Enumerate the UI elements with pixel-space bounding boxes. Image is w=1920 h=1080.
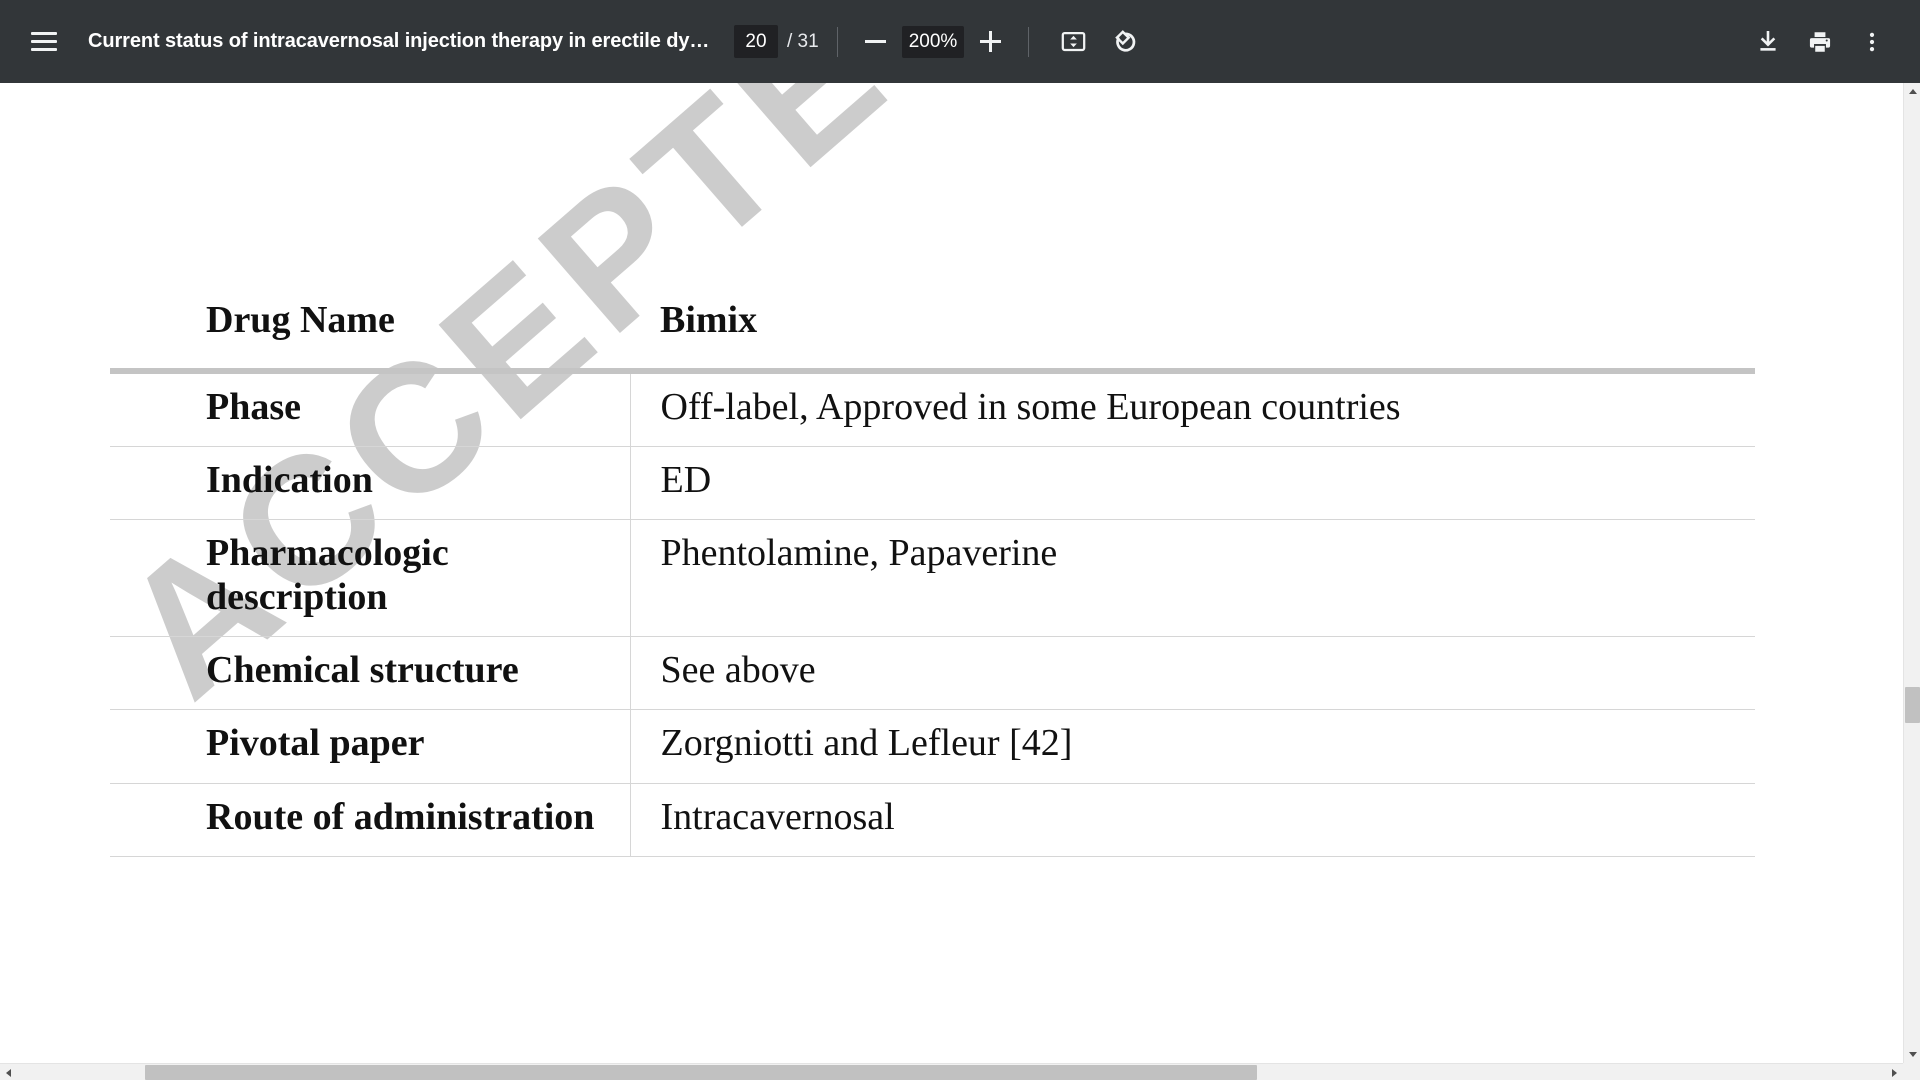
more-options-icon bbox=[1869, 32, 1875, 51]
scroll-up-button[interactable] bbox=[1904, 83, 1920, 100]
pdf-viewer-toolbar: Current status of intracavernosal inject… bbox=[0, 0, 1920, 83]
rotate-button[interactable] bbox=[1099, 16, 1151, 68]
row-label-indication: Indication bbox=[110, 446, 631, 520]
table-header-row: Drug Name Bimix bbox=[110, 298, 1755, 371]
table-row: Pivotal paper Zorgniotti and Lefleur [42… bbox=[110, 709, 1755, 784]
table-row: Indication ED bbox=[110, 446, 1755, 520]
scroll-down-arrow-icon bbox=[1908, 1052, 1917, 1057]
toolbar-divider-2 bbox=[1028, 26, 1030, 57]
more-options-button[interactable] bbox=[1846, 16, 1898, 68]
toolbar-divider bbox=[836, 26, 838, 57]
horizontal-scrollbar[interactable] bbox=[0, 1063, 1903, 1080]
row-value-pivotal-paper: Zorgniotti and Lefleur [42] bbox=[660, 722, 1073, 765]
zoom-controls: 200% bbox=[856, 22, 1011, 62]
document-title: Current status of intracavernosal inject… bbox=[88, 30, 708, 52]
zoom-level-display[interactable]: 200% bbox=[901, 25, 965, 58]
row-value-route-of-administration: Intracavernosal bbox=[660, 795, 895, 838]
fit-to-page-button[interactable] bbox=[1047, 16, 1099, 68]
table-row: Route of administration Intracavernosal bbox=[110, 783, 1755, 857]
vertical-scrollbar-thumb[interactable] bbox=[1905, 687, 1920, 723]
download-button[interactable] bbox=[1742, 16, 1794, 68]
fit-to-page-icon bbox=[1061, 31, 1086, 52]
row-value-chemical-structure: See above bbox=[660, 649, 816, 692]
table-row: Pharmacologic description Phentolamine, … bbox=[110, 519, 1755, 637]
row-value-pharmacologic-description: Phentolamine, Papaverine bbox=[660, 532, 1058, 575]
row-label-route-of-administration: Route of administration bbox=[110, 783, 631, 857]
row-label-pivotal-paper: Pivotal paper bbox=[110, 709, 631, 784]
row-label-pharmacologic-description: Pharmacologic description bbox=[110, 519, 631, 637]
hamburger-menu-icon bbox=[31, 32, 57, 51]
zoom-in-button[interactable] bbox=[970, 22, 1010, 62]
minus-icon bbox=[865, 40, 887, 43]
scroll-left-button[interactable] bbox=[0, 1064, 17, 1080]
print-button[interactable] bbox=[1794, 16, 1846, 68]
header-value-cell: Bimix bbox=[660, 299, 758, 341]
row-value-phase: Off-label, Approved in some European cou… bbox=[660, 386, 1401, 429]
toolbar-right-actions bbox=[1742, 16, 1898, 68]
scrollbar-corner bbox=[1903, 1063, 1920, 1080]
table-header: Drug Name Bimix bbox=[110, 298, 1755, 372]
scroll-right-button[interactable] bbox=[1886, 1064, 1903, 1080]
vertical-scrollbar[interactable] bbox=[1903, 83, 1920, 1063]
print-icon bbox=[1809, 31, 1831, 52]
page-count-label: / 31 bbox=[787, 30, 819, 52]
table-body: Phase Off-label, Approved in some Europe… bbox=[110, 371, 1755, 857]
pdf-page-canvas: ACCEPTED MA Drug Name Bimix Phase Off-la… bbox=[0, 83, 1903, 1048]
table-row: Phase Off-label, Approved in some Europe… bbox=[110, 371, 1755, 447]
hamburger-menu-button[interactable] bbox=[18, 16, 70, 68]
download-icon bbox=[1760, 30, 1776, 51]
pdf-viewer-area[interactable]: ACCEPTED MA Drug Name Bimix Phase Off-la… bbox=[0, 83, 1920, 1080]
page-number-input[interactable] bbox=[734, 25, 778, 58]
scroll-up-arrow-icon bbox=[1908, 89, 1917, 94]
table-row: Chemical structure See above bbox=[110, 636, 1755, 710]
page-navigation-controls: / 31 bbox=[734, 25, 819, 58]
drug-information-table: Drug Name Bimix Phase Off-label, Approve… bbox=[110, 298, 1755, 857]
row-label-phase: Phase bbox=[110, 371, 631, 447]
plus-icon-vertical bbox=[988, 31, 992, 52]
horizontal-scrollbar-thumb[interactable] bbox=[145, 1065, 1257, 1080]
rotate-counterclockwise-icon bbox=[1115, 30, 1136, 52]
row-value-indication: ED bbox=[660, 459, 712, 502]
row-label-chemical-structure: Chemical structure bbox=[110, 636, 631, 710]
scroll-down-button[interactable] bbox=[1904, 1046, 1920, 1063]
scroll-left-arrow-icon bbox=[6, 1068, 11, 1077]
header-label-cell: Drug Name bbox=[206, 299, 395, 341]
zoom-out-button[interactable] bbox=[856, 22, 896, 62]
scroll-right-arrow-icon bbox=[1892, 1068, 1897, 1077]
